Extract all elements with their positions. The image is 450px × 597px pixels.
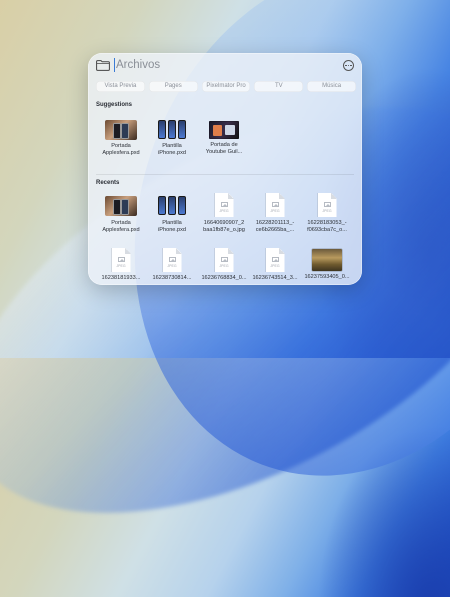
recents-heading: Recents	[96, 180, 120, 186]
more-options-button[interactable]	[343, 60, 354, 71]
image-thumbnail	[209, 121, 239, 139]
recent-item[interactable]: JPEG 16228201113_- ce6b2665ba_...	[250, 193, 300, 234]
chip-pages[interactable]: Pages	[148, 81, 198, 92]
recent-item[interactable]: JPEG 16640690907_2 baa1fb87e_o.jpg	[199, 193, 249, 234]
file-name: Plantilla iPhone.pxd	[158, 220, 186, 233]
jpeg-file-icon: JPEG	[265, 248, 285, 272]
chip-tv[interactable]: TV	[254, 81, 304, 92]
file-name: 16236768834_0...	[201, 275, 247, 281]
file-name: 16228183053_- f0693cba7c_o...	[307, 220, 347, 233]
recent-item[interactable]: JPEG 16236743514_3...	[250, 248, 300, 282]
file-name: Portada de Youtube Guil...	[205, 142, 243, 155]
jpeg-file-icon: JPEG	[265, 193, 285, 217]
spotlight-panel: Archivos Vista Previa Pages Pixelmator P…	[88, 53, 362, 285]
jpeg-file-icon: JPEG	[111, 248, 131, 272]
jpeg-file-icon: JPEG	[214, 193, 234, 217]
image-thumbnail	[312, 249, 342, 271]
chip-vista-previa[interactable]: Vista Previa	[96, 81, 145, 92]
recent-item[interactable]: JPEG 16238730814...	[147, 248, 197, 282]
search-bar[interactable]: Archivos	[88, 53, 362, 79]
jpeg-file-icon: JPEG	[162, 248, 182, 272]
jpeg-file-icon: JPEG	[214, 248, 234, 272]
image-thumbnail	[156, 120, 188, 140]
section-divider	[96, 174, 354, 175]
recent-item[interactable]: JPEG 16228183053_- f0693cba7c_o...	[302, 193, 352, 234]
suggestions-heading: Suggestions	[96, 102, 133, 108]
file-name: 16237593405_0...	[304, 274, 350, 280]
chip-pixelmator-pro[interactable]: Pixelmator Pro	[201, 81, 251, 92]
image-thumbnail	[105, 196, 137, 216]
recent-item[interactable]: JPEG 16236768834_0...	[199, 248, 249, 282]
file-name: Portada Applesfera.pxd	[102, 143, 140, 156]
image-thumbnail	[105, 120, 137, 140]
file-name: 16238181933...	[101, 275, 141, 281]
recent-item[interactable]: 16237593405_0...	[302, 248, 352, 281]
recent-item[interactable]: JPEG 16238181933...	[96, 248, 146, 282]
recent-item[interactable]: Plantilla iPhone.pxd	[147, 193, 197, 234]
file-name: Portada Applesfera.pxd	[102, 220, 140, 233]
image-thumbnail	[156, 196, 188, 216]
suggestion-item[interactable]: Portada de Youtube Guil...	[199, 118, 249, 156]
suggestion-item[interactable]: Plantilla iPhone.pxd	[147, 118, 197, 157]
file-name: Plantilla iPhone.pxd	[158, 143, 186, 156]
file-name: 16236743514_3...	[252, 275, 298, 281]
jpeg-file-icon: JPEG	[317, 193, 337, 217]
file-name: 16640690907_2 baa1fb87e_o.jpg	[203, 220, 245, 233]
search-input[interactable]: Archivos	[114, 58, 160, 72]
recent-item[interactable]: Portada Applesfera.pxd	[96, 193, 146, 234]
suggestion-item[interactable]: Portada Applesfera.pxd	[96, 118, 146, 157]
app-filter-chips: Vista Previa Pages Pixelmator Pro TV Mús…	[96, 81, 356, 93]
folder-icon	[96, 60, 110, 71]
chip-musica[interactable]: Música	[307, 81, 356, 92]
file-name: 16228201113_- ce6b2665ba_...	[255, 220, 295, 233]
file-name: 16238730814...	[152, 275, 192, 281]
